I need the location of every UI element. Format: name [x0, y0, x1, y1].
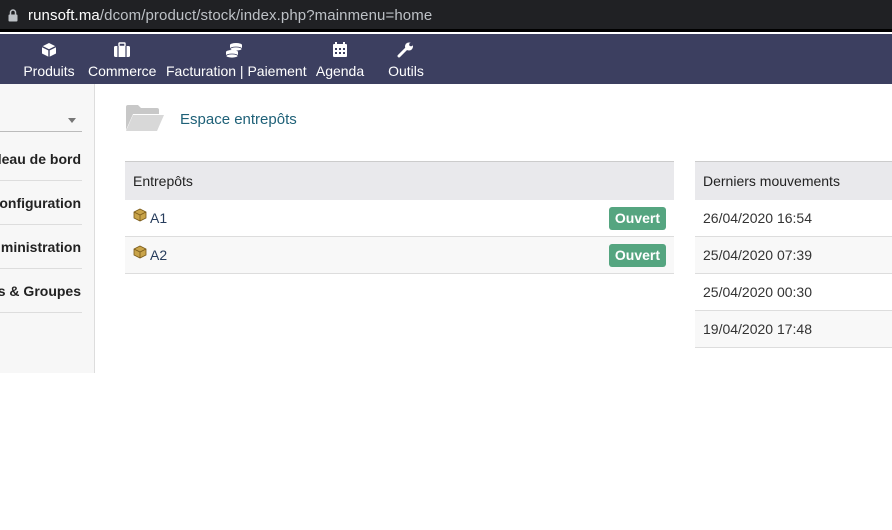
- wrench-icon: [397, 42, 413, 58]
- movements-table: Derniers mouvements 26/04/2020 16:54 25/…: [695, 161, 892, 348]
- box-icon: [133, 245, 147, 259]
- movement-date: 19/04/2020 17:48: [703, 321, 812, 337]
- table-row: 25/04/2020 07:39: [695, 237, 892, 274]
- url-bar-divider: [0, 29, 892, 32]
- menu-label: Outils: [388, 63, 424, 79]
- sidebar-item-dashboard[interactable]: Tableau de bord: [0, 137, 82, 181]
- table-row: 26/04/2020 16:54: [695, 200, 892, 237]
- box-icon: [133, 208, 147, 222]
- sidebar-item-label: Utilisateurs & Groupes: [0, 283, 81, 299]
- cube-icon: [41, 43, 57, 57]
- sidebar-select[interactable]: [0, 106, 82, 132]
- movements-header: Derniers mouvements: [695, 161, 892, 200]
- sidebar-item-label: Configuration: [0, 195, 81, 211]
- menu-item-commerce[interactable]: Commerce: [88, 34, 156, 84]
- warehouses-table: Entrepôts A1 Ouvert A2 Ouvert: [125, 161, 674, 274]
- table-row: A2 Ouvert: [125, 237, 674, 274]
- sidebar-item-configuration[interactable]: Configuration: [0, 181, 82, 225]
- menu-label: Agenda: [315, 63, 365, 79]
- chevron-down-icon: [68, 118, 76, 123]
- menu-item-outils[interactable]: Outils: [380, 34, 432, 84]
- table-row: 19/04/2020 17:48: [695, 311, 892, 348]
- menu-label: Commerce: [88, 63, 157, 79]
- sidebar-item-label: Administration: [0, 239, 81, 255]
- sidebar-item-label: Tableau de bord: [0, 151, 81, 167]
- menu-label: Produits: [23, 63, 75, 79]
- url-path: /dcom/product/stock/index.php?mainmenu=h…: [99, 7, 433, 24]
- movement-date: 25/04/2020 07:39: [703, 247, 812, 263]
- sidebar-item-administration[interactable]: Administration: [0, 225, 82, 269]
- url-host: runsoft.ma: [28, 7, 100, 24]
- movement-date: 26/04/2020 16:54: [703, 210, 812, 226]
- warehouse-link[interactable]: A1: [150, 210, 167, 226]
- page-title: Espace entrepôts: [180, 111, 297, 128]
- warehouse-link[interactable]: A2: [150, 247, 167, 263]
- browser-url-bar[interactable]: runsoft.ma/dcom/product/stock/index.php?…: [0, 0, 892, 32]
- warehouses-header: Entrepôts: [125, 161, 674, 200]
- lock-icon: [8, 9, 18, 22]
- folder-open-icon: [126, 105, 164, 131]
- menu-label: Facturation | Paiement: [166, 63, 307, 79]
- movement-date: 25/04/2020 00:30: [703, 284, 812, 300]
- briefcase-icon: [114, 42, 130, 57]
- table-row: A1 Ouvert: [125, 200, 674, 237]
- status-badge: Ouvert: [608, 207, 666, 230]
- menu-item-facturation[interactable]: Facturation | Paiement: [166, 34, 307, 84]
- table-row: 25/04/2020 00:30: [695, 274, 892, 311]
- top-menu: Produits Commerce Facturation | Paiement: [0, 34, 892, 84]
- url-text[interactable]: runsoft.ma/dcom/product/stock/index.php?…: [28, 7, 432, 24]
- sidebar-item-users-groups[interactable]: Utilisateurs & Groupes: [0, 269, 82, 313]
- menu-item-produits[interactable]: Produits: [17, 34, 81, 84]
- calendar-icon: [333, 42, 347, 57]
- menu-item-agenda[interactable]: Agenda: [312, 34, 368, 84]
- left-sidebar: Tableau de bord Configuration Administra…: [0, 84, 95, 373]
- coins-icon: [225, 43, 243, 58]
- status-badge: Ouvert: [608, 244, 666, 267]
